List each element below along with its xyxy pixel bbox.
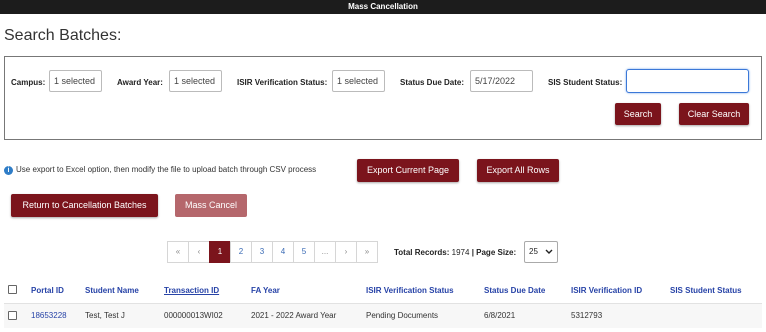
isir-status-label: ISIR Verification Status:	[237, 78, 328, 87]
column-header-status-due-date[interactable]: Status Due Date	[484, 286, 545, 295]
page-5-button[interactable]: 5	[293, 241, 315, 263]
row-checkbox[interactable]	[8, 311, 17, 320]
info-text: Use export to Excel option, then modify …	[16, 165, 317, 174]
award-year-label: Award Year:	[117, 78, 163, 87]
isir-status-cell: Pending Documents	[366, 311, 439, 320]
page-size-value: 25	[529, 247, 538, 256]
award-year-select[interactable]: 1 selected	[169, 70, 222, 92]
page-title: Search Batches:	[4, 27, 122, 44]
chevron-down-icon	[545, 242, 553, 269]
column-header-sis-student-status[interactable]: SIS Student Status	[670, 286, 742, 295]
column-header-transaction-id[interactable]: Transaction ID	[164, 286, 219, 295]
last-page-button[interactable]: »	[356, 241, 378, 263]
page-1-button[interactable]: 1	[209, 241, 231, 263]
page-size-select[interactable]: 25	[524, 241, 558, 263]
search-panel: Campus: 1 selected Award Year: 1 selecte…	[4, 56, 762, 140]
select-all-checkbox[interactable]	[8, 285, 17, 294]
page-4-button[interactable]: 4	[272, 241, 294, 263]
next-page-button[interactable]: ›	[335, 241, 357, 263]
status-due-date-label: Status Due Date:	[400, 78, 465, 87]
column-header-fa-year[interactable]: FA Year	[251, 286, 280, 295]
window-title: Mass Cancellation	[0, 0, 766, 14]
total-records-label: Total Records:	[394, 248, 450, 257]
total-records: Total Records: 1974 | Page Size:	[394, 248, 516, 257]
isir-verification-id-cell: 5312793	[571, 311, 603, 320]
student-name-cell: Test, Test J	[85, 311, 125, 320]
column-header-student-name[interactable]: Student Name	[85, 286, 139, 295]
page-2-button[interactable]: 2	[230, 241, 252, 263]
fa-year-cell: 2021 - 2022 Award Year	[251, 311, 337, 320]
status-due-date-field[interactable]: 5/17/2022	[470, 70, 533, 92]
transaction-id-cell: 000000013WI02	[164, 311, 223, 320]
export-all-rows-button[interactable]: Export All Rows	[477, 159, 559, 182]
info-icon: i	[4, 166, 13, 175]
mass-cancel-button[interactable]: Mass Cancel	[175, 194, 247, 217]
pagination: « ‹ 1 2 3 4 5 ... › »	[167, 241, 378, 263]
status-due-date-cell: 6/8/2021	[484, 311, 516, 320]
prev-page-button[interactable]: ‹	[188, 241, 210, 263]
ellipsis-button[interactable]: ...	[314, 241, 336, 263]
export-current-page-button[interactable]: Export Current Page	[357, 159, 459, 182]
column-header-portal-id[interactable]: Portal ID	[31, 286, 64, 295]
clear-search-button[interactable]: Clear Search	[679, 103, 749, 125]
column-header-isir-verification-id[interactable]: ISIR Verification ID	[571, 286, 642, 295]
campus-select[interactable]: 1 selected	[49, 70, 102, 92]
portal-id-link[interactable]: 18653228	[31, 311, 67, 320]
sis-student-status-input[interactable]	[626, 69, 749, 93]
isir-status-select[interactable]: 1 selected	[332, 70, 385, 92]
total-records-value: 1974	[451, 248, 470, 257]
first-page-button[interactable]: «	[167, 241, 189, 263]
return-to-cancellation-batches-button[interactable]: Return to Cancellation Batches	[11, 194, 158, 217]
sis-student-status-label: SIS Student Status:	[548, 78, 623, 87]
page-3-button[interactable]: 3	[251, 241, 273, 263]
search-button[interactable]: Search	[615, 103, 661, 125]
campus-label: Campus:	[11, 78, 46, 87]
column-header-isir-verification-status[interactable]: ISIR Verification Status	[366, 286, 454, 295]
page-size-label: | Page Size:	[471, 248, 517, 257]
